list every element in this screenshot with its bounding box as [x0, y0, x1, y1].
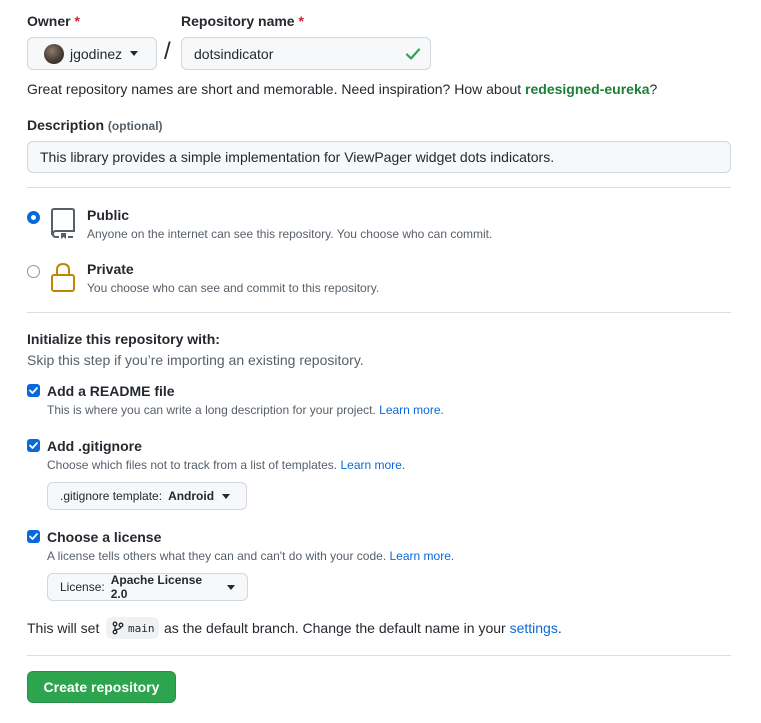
repo-name-label: Repository name *	[181, 13, 304, 29]
description-value: This library provides a simple implement…	[40, 149, 555, 165]
readme-learn-more-link[interactable]: Learn more.	[379, 403, 444, 417]
license-select[interactable]: License: Apache License 2.0	[47, 573, 248, 601]
private-description: You choose who can see and commit to thi…	[87, 281, 380, 295]
readme-help: This is where you can write a long descr…	[47, 403, 444, 417]
branch-chip: main	[106, 617, 159, 639]
public-radio[interactable]	[27, 211, 40, 224]
license-help: A license tells others what they can and…	[47, 549, 455, 563]
divider	[27, 187, 731, 188]
license-checkbox[interactable]	[27, 530, 40, 543]
caret-down-icon	[227, 584, 235, 590]
required-mark: *	[298, 13, 304, 29]
divider	[27, 655, 731, 656]
public-title: Public	[87, 207, 130, 223]
private-radio[interactable]	[27, 265, 40, 278]
private-title: Private	[87, 261, 134, 277]
checkmark-icon	[29, 533, 38, 540]
checkmark-icon	[29, 442, 38, 449]
readme-title: Add a README file	[47, 383, 175, 399]
gitignore-help: Choose which files not to track from a l…	[47, 458, 406, 472]
owner-repo-separator: /	[164, 38, 171, 65]
check-icon	[405, 48, 421, 60]
repository-name-value: dotsindicator	[194, 45, 274, 62]
lock-icon	[51, 262, 75, 292]
checkmark-icon	[29, 387, 38, 394]
initialize-heading: Initialize this repository with:	[27, 331, 220, 347]
license-title: Choose a license	[47, 529, 162, 545]
gitignore-select-prefix: .gitignore template:	[60, 489, 163, 503]
repository-name-input[interactable]: dotsindicator	[181, 37, 431, 70]
owner-label: Owner *	[27, 13, 80, 29]
name-suggestion: Great repository names are short and mem…	[27, 81, 658, 97]
caret-down-icon	[130, 51, 139, 56]
gitignore-title: Add .gitignore	[47, 438, 142, 454]
repo-icon	[51, 208, 75, 239]
readme-checkbox[interactable]	[27, 384, 40, 397]
description-input[interactable]: This library provides a simple implement…	[27, 141, 731, 173]
initialize-note: Skip this step if you’re importing an ex…	[27, 352, 364, 368]
avatar	[44, 43, 64, 64]
git-branch-icon	[112, 621, 124, 635]
license-learn-more-link[interactable]: Learn more.	[390, 549, 455, 563]
required-mark: *	[74, 13, 80, 29]
description-label: Description (optional)	[27, 117, 163, 133]
license-select-value: Apache License 2.0	[110, 573, 203, 601]
default-branch-note: as the default branch. Change the defaul…	[164, 620, 562, 636]
gitignore-checkbox[interactable]	[27, 439, 40, 452]
public-description: Anyone on the internet can see this repo…	[87, 227, 493, 241]
gitignore-learn-more-link[interactable]: Learn more.	[340, 458, 405, 472]
suggested-name-link[interactable]: redesigned-eureka	[525, 81, 650, 97]
default-branch-prefix: This will set	[27, 620, 100, 636]
owner-select[interactable]: jgodinez	[27, 37, 157, 70]
settings-link[interactable]: settings	[510, 620, 558, 636]
owner-value: jgodinez	[70, 45, 123, 62]
gitignore-select-value: Android	[168, 489, 215, 503]
branch-name: main	[128, 621, 155, 635]
caret-down-icon	[222, 493, 231, 499]
gitignore-template-select[interactable]: .gitignore template: Android	[47, 482, 247, 510]
optional-hint: (optional)	[107, 119, 163, 133]
divider	[27, 312, 731, 313]
create-repository-button[interactable]: Create repository	[27, 671, 176, 703]
license-select-prefix: License:	[60, 580, 105, 594]
